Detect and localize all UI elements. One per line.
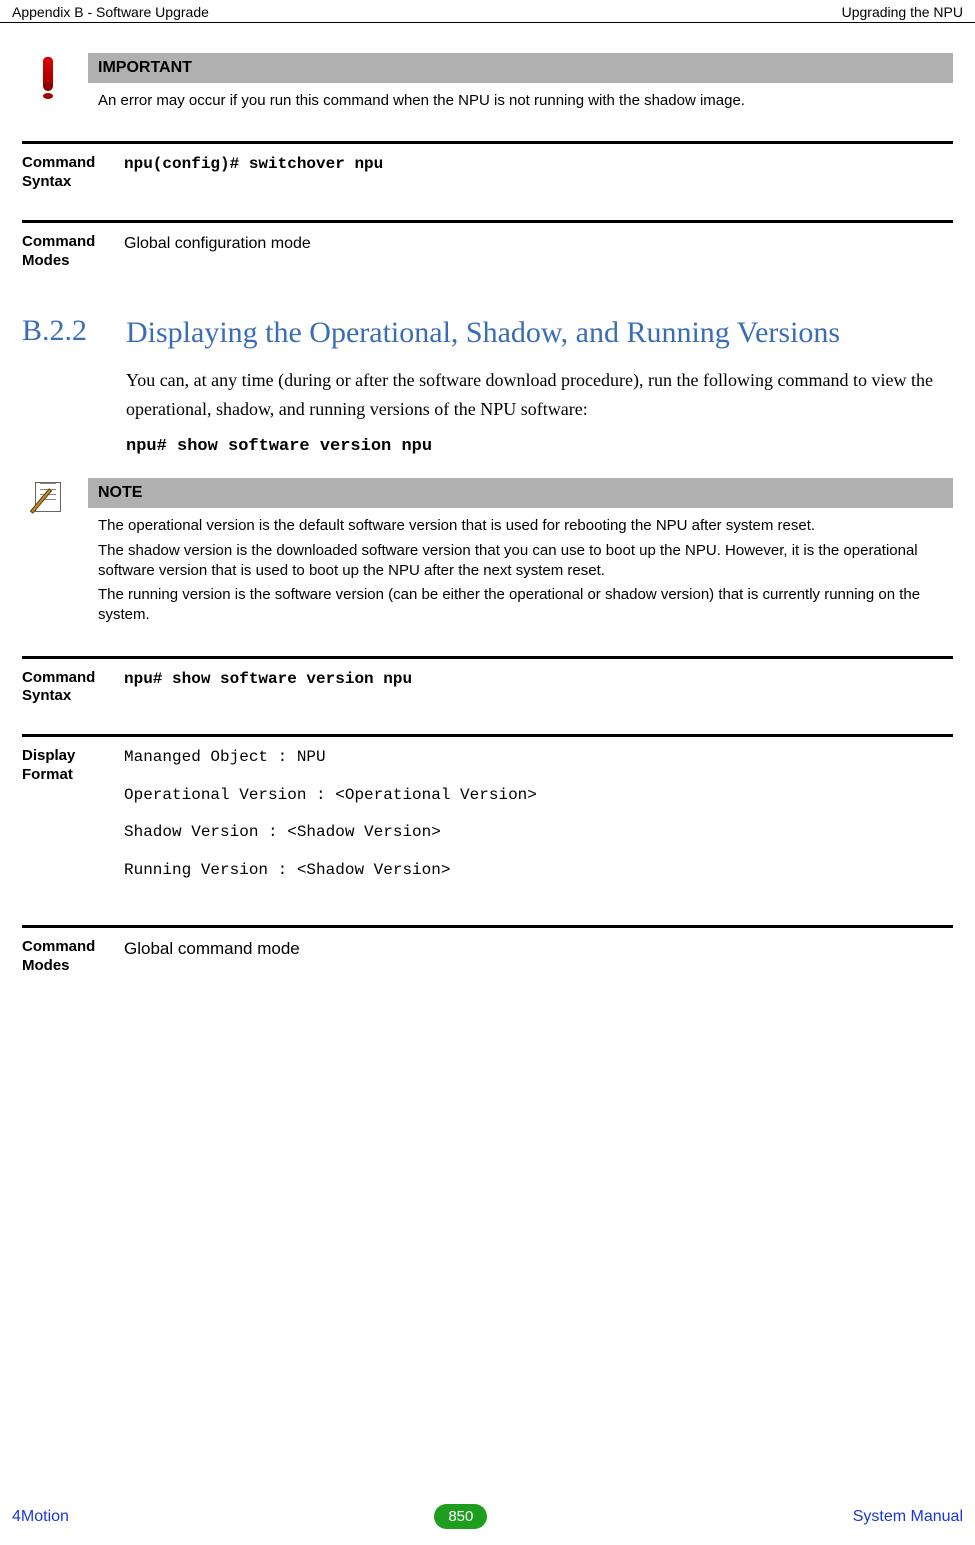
note-text-2: The shadow version is the downloaded sof…	[98, 541, 943, 582]
cmd-label: Command Modes	[22, 231, 112, 271]
inline-command: npu# show software version npu	[126, 437, 953, 456]
command-modes-block-2: Command Modes Global command mode	[22, 925, 953, 994]
display-line-2: Operational Version : <Operational Versi…	[124, 785, 953, 807]
command-syntax-block-1: Command Syntax npu(config)# switchover n…	[22, 141, 953, 210]
header-right: Upgrading the NPU	[842, 4, 963, 20]
footer-left: 4Motion	[12, 1508, 69, 1526]
section-title: Displaying the Operational, Shadow, and …	[126, 314, 840, 352]
footer-right: System Manual	[853, 1508, 963, 1526]
page-number-badge: 850	[434, 1504, 487, 1529]
page-content: IMPORTANT An error may occur if you run …	[0, 23, 975, 994]
note-box: NOTE The operational version is the defa…	[88, 478, 953, 633]
note-text-3: The running version is the software vers…	[98, 585, 943, 626]
cmd-value: npu(config)# switchover npu	[124, 152, 953, 176]
important-title: IMPORTANT	[88, 53, 953, 83]
important-body: An error may occur if you run this comma…	[88, 83, 953, 119]
display-format-block: Display Format Mananged Object : NPU Ope…	[22, 734, 953, 915]
page-header: Appendix B - Software Upgrade Upgrading …	[0, 0, 975, 23]
display-line-3: Shadow Version : <Shadow Version>	[124, 822, 953, 844]
important-callout: IMPORTANT An error may occur if you run …	[22, 53, 953, 119]
section-number: B.2.2	[22, 314, 108, 348]
important-icon-col	[22, 53, 74, 91]
section-heading: B.2.2 Displaying the Operational, Shadow…	[22, 314, 953, 352]
important-text: An error may occur if you run this comma…	[98, 91, 943, 111]
cmd-value: Global command mode	[124, 936, 953, 961]
cmd-label: Command Modes	[22, 936, 112, 976]
note-callout: NOTE The operational version is the defa…	[22, 478, 953, 633]
cmd-label: Display Format	[22, 745, 112, 785]
note-body: The operational version is the default s…	[88, 508, 953, 633]
note-icon-col	[22, 478, 74, 516]
cmd-value: Global configuration mode	[124, 231, 953, 255]
display-line-4: Running Version : <Shadow Version>	[124, 860, 953, 882]
body-paragraph: You can, at any time (during or after th…	[126, 366, 953, 424]
cmd-label: Command Syntax	[22, 667, 112, 707]
note-icon	[31, 482, 65, 516]
display-line-1: Mananged Object : NPU	[124, 747, 953, 769]
cmd-label: Command Syntax	[22, 152, 112, 192]
note-text-1: The operational version is the default s…	[98, 516, 943, 536]
important-box: IMPORTANT An error may occur if you run …	[88, 53, 953, 119]
header-left: Appendix B - Software Upgrade	[12, 4, 209, 20]
command-syntax-block-2: Command Syntax npu# show software versio…	[22, 656, 953, 725]
important-icon	[43, 57, 53, 91]
cmd-value: Mananged Object : NPU Operational Versio…	[124, 745, 953, 897]
page-footer: 4Motion 850 System Manual	[12, 1504, 963, 1529]
command-modes-block-1: Command Modes Global configuration mode	[22, 220, 953, 289]
note-title: NOTE	[88, 478, 953, 508]
cmd-value: npu# show software version npu	[124, 667, 953, 691]
